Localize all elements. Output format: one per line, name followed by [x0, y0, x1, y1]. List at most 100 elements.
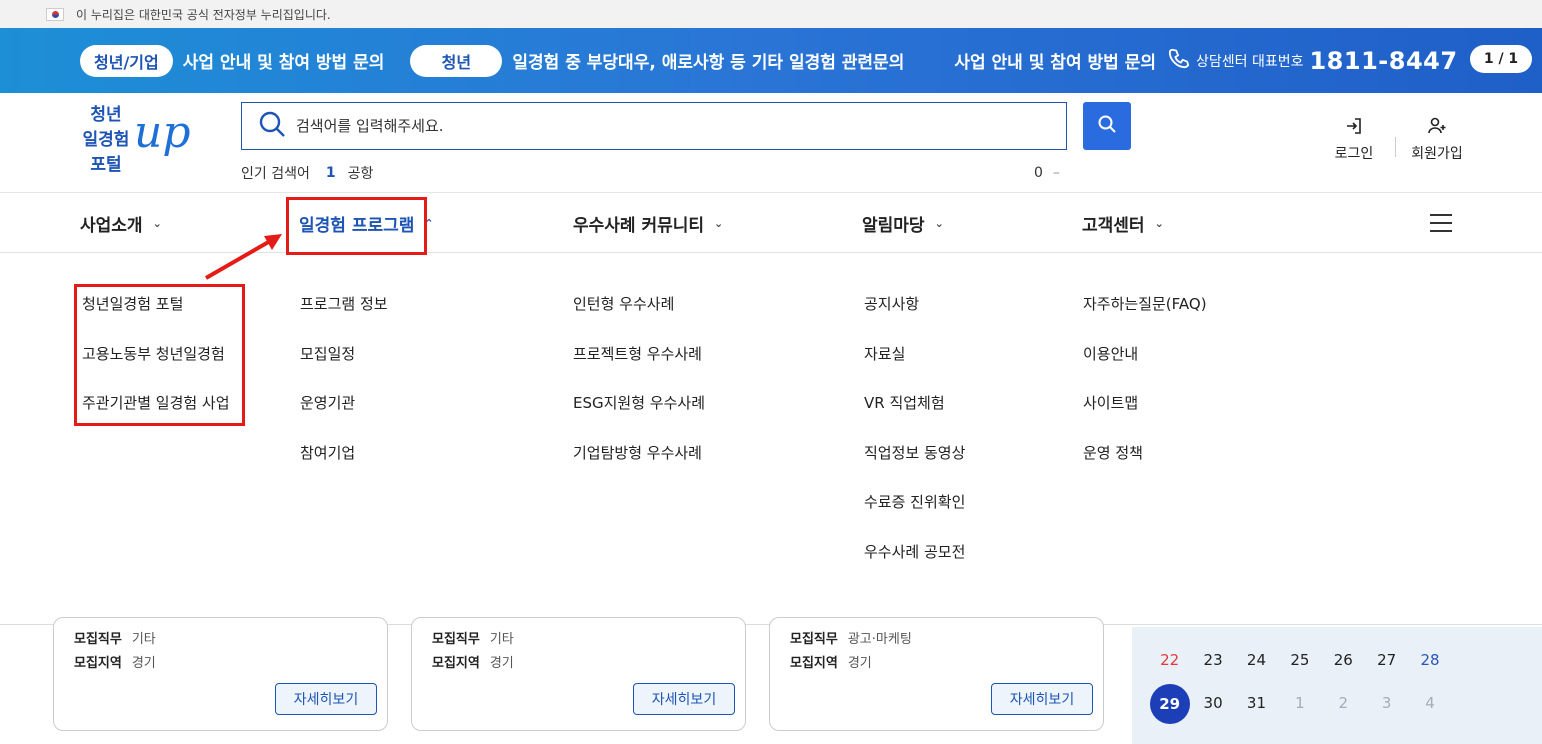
menu-icon[interactable]: [1430, 214, 1452, 238]
mega-link[interactable]: 자료실: [864, 343, 965, 393]
calendar-day[interactable]: 28: [1408, 651, 1451, 669]
program-card: 모집직무 기타 모집지역 경기 자세히보기: [53, 617, 388, 731]
mega-link[interactable]: 사이트맵: [1083, 392, 1207, 442]
calendar-day[interactable]: 31: [1235, 684, 1278, 724]
banner-pill-youth: 청년: [410, 44, 503, 77]
mega-link[interactable]: 프로그램 정보: [300, 293, 388, 343]
mega-link[interactable]: 공지사항: [864, 293, 965, 343]
korean-flag-icon: [46, 7, 64, 21]
detail-button[interactable]: 자세히보기: [633, 683, 735, 715]
banner-text-2: 일경험 중 부당대우, 애로사항 등 기타 일경험 관련문의: [512, 53, 905, 73]
search-box: [241, 102, 1067, 150]
search-icon: [258, 110, 286, 142]
mega-col-program: 프로그램 정보 모집일정 운영기관 참여기업: [300, 293, 388, 491]
nav-community-label: 우수사례 커뮤니티: [573, 216, 705, 236]
banner-text-1: 사업 안내 및 참여 방법 문의: [182, 53, 385, 73]
mega-link[interactable]: 자주하는질문(FAQ): [1083, 293, 1207, 343]
card-job-row: 모집직무 기타: [432, 632, 514, 647]
detail-button[interactable]: 자세히보기: [991, 683, 1093, 715]
program-card: 모집직무 광고·마케팅 모집지역 경기 자세히보기: [769, 617, 1104, 731]
signup-button[interactable]: 회원가입: [1402, 117, 1472, 163]
banner-pill-youth-company: 청년/기업: [80, 44, 173, 77]
mega-link[interactable]: 인턴형 우수사례: [573, 293, 705, 343]
calendar-day[interactable]: 3: [1365, 684, 1408, 724]
calendar: 22 23 24 25 26 27 28 29 30 31 1 2 3 4: [1132, 627, 1542, 744]
logo-line-3: 포털: [90, 155, 122, 175]
card-region-row: 모집지역 경기: [790, 656, 872, 671]
mega-link[interactable]: 참여기업: [300, 442, 388, 492]
nav-community[interactable]: 우수사례 커뮤니티 ⌄: [573, 211, 723, 236]
nav-support[interactable]: 고객센터 ⌄: [1082, 211, 1164, 236]
mega-col-support: 자주하는질문(FAQ) 이용안내 사이트맵 운영 정책: [1083, 293, 1207, 491]
mega-link[interactable]: 직업정보 동영상: [864, 442, 965, 492]
card-region-row: 모집지역 경기: [432, 656, 514, 671]
program-card: 모집직무 기타 모집지역 경기 자세히보기: [411, 617, 746, 731]
mega-link[interactable]: 운영 정책: [1083, 442, 1207, 492]
phone-contact: 상담센터 대표번호 1811-8447: [1168, 47, 1458, 75]
calendar-day[interactable]: 1: [1278, 684, 1321, 724]
popular-term[interactable]: 공항: [348, 163, 374, 183]
mega-link[interactable]: 수료증 진위확인: [864, 491, 965, 541]
mega-link[interactable]: 이용안내: [1083, 343, 1207, 393]
chevron-down-icon: ⌄: [934, 217, 944, 230]
mega-col-community: 인턴형 우수사례 프로젝트형 우수사례 ESG지원형 우수사례 기업탐방형 우수…: [573, 293, 705, 491]
calendar-day[interactable]: 25: [1278, 651, 1321, 669]
calendar-day[interactable]: 4: [1408, 684, 1451, 724]
chevron-down-icon: ⌄: [1154, 217, 1164, 230]
chevron-down-icon: ⌄: [152, 217, 162, 230]
popular-keywords: 인기 검색어 1 공항: [241, 163, 373, 183]
login-label: 로그인: [1334, 146, 1374, 162]
calendar-day[interactable]: 22: [1148, 651, 1191, 669]
user-menu: 로그인 회원가입: [1319, 117, 1472, 163]
mega-link[interactable]: VR 직업체험: [864, 392, 965, 442]
detail-button[interactable]: 자세히보기: [275, 683, 377, 715]
mega-link[interactable]: 우수사례 공모전: [864, 541, 965, 591]
phone-icon: [1168, 47, 1190, 74]
chevron-down-icon: ⌄: [714, 217, 724, 230]
mega-link[interactable]: 프로젝트형 우수사례: [573, 343, 705, 393]
calendar-day[interactable]: 30: [1191, 684, 1234, 724]
calendar-day-today[interactable]: 29: [1148, 684, 1191, 724]
highlight-box-about-links: [74, 284, 245, 426]
calendar-day[interactable]: 26: [1322, 651, 1365, 669]
calendar-week: 22 23 24 25 26 27 28: [1148, 651, 1452, 669]
calendar-day[interactable]: 24: [1235, 651, 1278, 669]
card-job-row: 모집직무 기타: [74, 632, 156, 647]
gov-notice-bar: 이 누리집은 대한민국 공식 전자정부 누리집입니다.: [0, 0, 1542, 28]
logo-line-1: 청년: [90, 105, 122, 125]
popular-rank: 1: [325, 165, 336, 181]
mega-link[interactable]: 모집일정: [300, 343, 388, 393]
site-header: 청년 일경험 포털 up 인기 검색어 1 공항 0 – 로그인: [0, 93, 1542, 193]
phone-label: 상담센터 대표번호: [1195, 53, 1304, 70]
popular-extra: 0 –: [1034, 165, 1060, 181]
nav-about-label: 사업소개: [80, 216, 143, 236]
search-input[interactable]: [296, 117, 996, 135]
phone-number: 1811-8447: [1309, 46, 1458, 75]
site-logo[interactable]: 청년 일경험 포털 up: [74, 103, 204, 183]
calendar-day[interactable]: 2: [1322, 684, 1365, 724]
gov-notice-text: 이 누리집은 대한민국 공식 전자정부 누리집입니다.: [76, 7, 331, 22]
card-region-row: 모집지역 경기: [74, 656, 156, 671]
calendar-week: 29 30 31 1 2 3 4: [1148, 684, 1452, 724]
signup-label: 회원가입: [1411, 146, 1463, 162]
banner-text-3: 사업 안내 및 참여 방법 문의: [954, 53, 1156, 73]
popular-dash: –: [1052, 165, 1060, 181]
user-menu-divider: [1395, 137, 1396, 157]
mega-link[interactable]: 기업탐방형 우수사례: [573, 442, 705, 492]
nav-support-label: 고객센터: [1082, 216, 1145, 236]
nav-notice[interactable]: 알림마당 ⌄: [862, 211, 944, 236]
mega-link[interactable]: 운영기관: [300, 392, 388, 442]
logo-line-2: 일경험: [82, 130, 130, 150]
calendar-day[interactable]: 23: [1191, 651, 1234, 669]
card-job-row: 모집직무 광고·마케팅: [790, 632, 912, 647]
nav-about[interactable]: 사업소개 ⌄: [80, 211, 162, 236]
calendar-day[interactable]: 27: [1365, 651, 1408, 669]
banner-pager[interactable]: 1 / 1: [1470, 45, 1532, 73]
highlight-box-program: [286, 197, 427, 255]
mega-col-notice: 공지사항 자료실 VR 직업체험 직업정보 동영상 수료증 진위확인 우수사례 …: [864, 293, 965, 591]
login-button[interactable]: 로그인: [1319, 117, 1389, 163]
add-user-icon: [1427, 117, 1447, 143]
search-button[interactable]: [1083, 102, 1131, 150]
popular-label: 인기 검색어: [241, 166, 310, 182]
mega-link[interactable]: ESG지원형 우수사례: [573, 392, 705, 442]
